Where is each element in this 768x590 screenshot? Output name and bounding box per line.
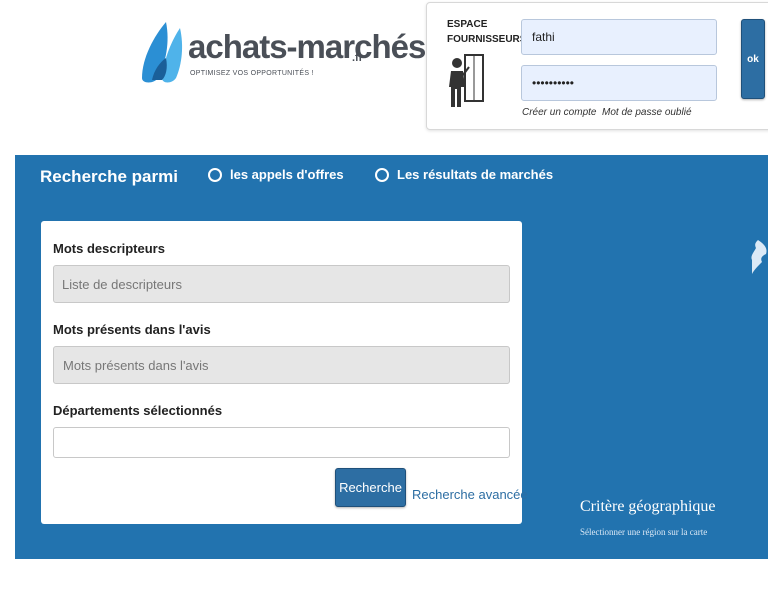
logo-mark-icon xyxy=(142,22,183,83)
logo-tld: .fr xyxy=(352,52,363,64)
radio-label: les appels d'offres xyxy=(230,167,344,182)
mots-label: Mots présents dans l'avis xyxy=(53,322,211,337)
username-field[interactable] xyxy=(521,19,717,55)
fournisseur-figure-icon xyxy=(449,54,484,107)
map-fragment-icon[interactable] xyxy=(750,240,768,274)
login-ok-button[interactable]: ok xyxy=(741,19,765,99)
logo-tagline: OPTIMISEZ VOS OPPORTUNITÉS ! xyxy=(190,70,314,77)
search-form-card: Mots descripteurs Liste de descripteurs … xyxy=(41,221,528,524)
radio-label: Les résultats de marchés xyxy=(397,167,554,182)
departements-label: Départements sélectionnés xyxy=(53,403,223,418)
mots-input[interactable]: Mots présents dans l'avis xyxy=(53,346,510,384)
create-account-link[interactable]: Créer un compte xyxy=(522,107,596,118)
departements-input[interactable] xyxy=(53,427,510,458)
forgot-password-link[interactable]: Mot de passe oublié xyxy=(602,107,692,118)
descripteurs-input[interactable]: Liste de descripteurs xyxy=(53,265,510,303)
site-logo[interactable]: achats-marchés .fr OPTIMISEZ VOS OPPORTU… xyxy=(136,18,426,88)
search-heading: Recherche parmi xyxy=(40,167,178,186)
radio-circle-icon xyxy=(208,167,222,182)
radio-resultats-marches[interactable]: Les résultats de marchés xyxy=(375,167,553,182)
password-field[interactable] xyxy=(521,65,717,101)
geo-title: Critère géographique xyxy=(580,498,716,515)
radio-circle-icon xyxy=(375,167,389,182)
radio-appels-offres[interactable]: les appels d'offres xyxy=(208,167,344,182)
login-title: ESPACE FOURNISSEURS xyxy=(447,19,527,45)
search-section: Recherche parmi les appels d'offres Les … xyxy=(15,155,768,559)
descripteurs-label: Mots descripteurs xyxy=(53,241,165,256)
logo-wordmark: achats-marchés xyxy=(188,28,426,65)
supplier-login-panel: ESPACE FOURNISSEURS ok Créer un compte M… xyxy=(426,2,768,130)
advanced-search-link[interactable]: Recherche avancée xyxy=(412,487,528,502)
geo-subtitle: Sélectionner une région sur la carte xyxy=(580,527,708,537)
search-button[interactable]: Recherche xyxy=(335,468,406,507)
